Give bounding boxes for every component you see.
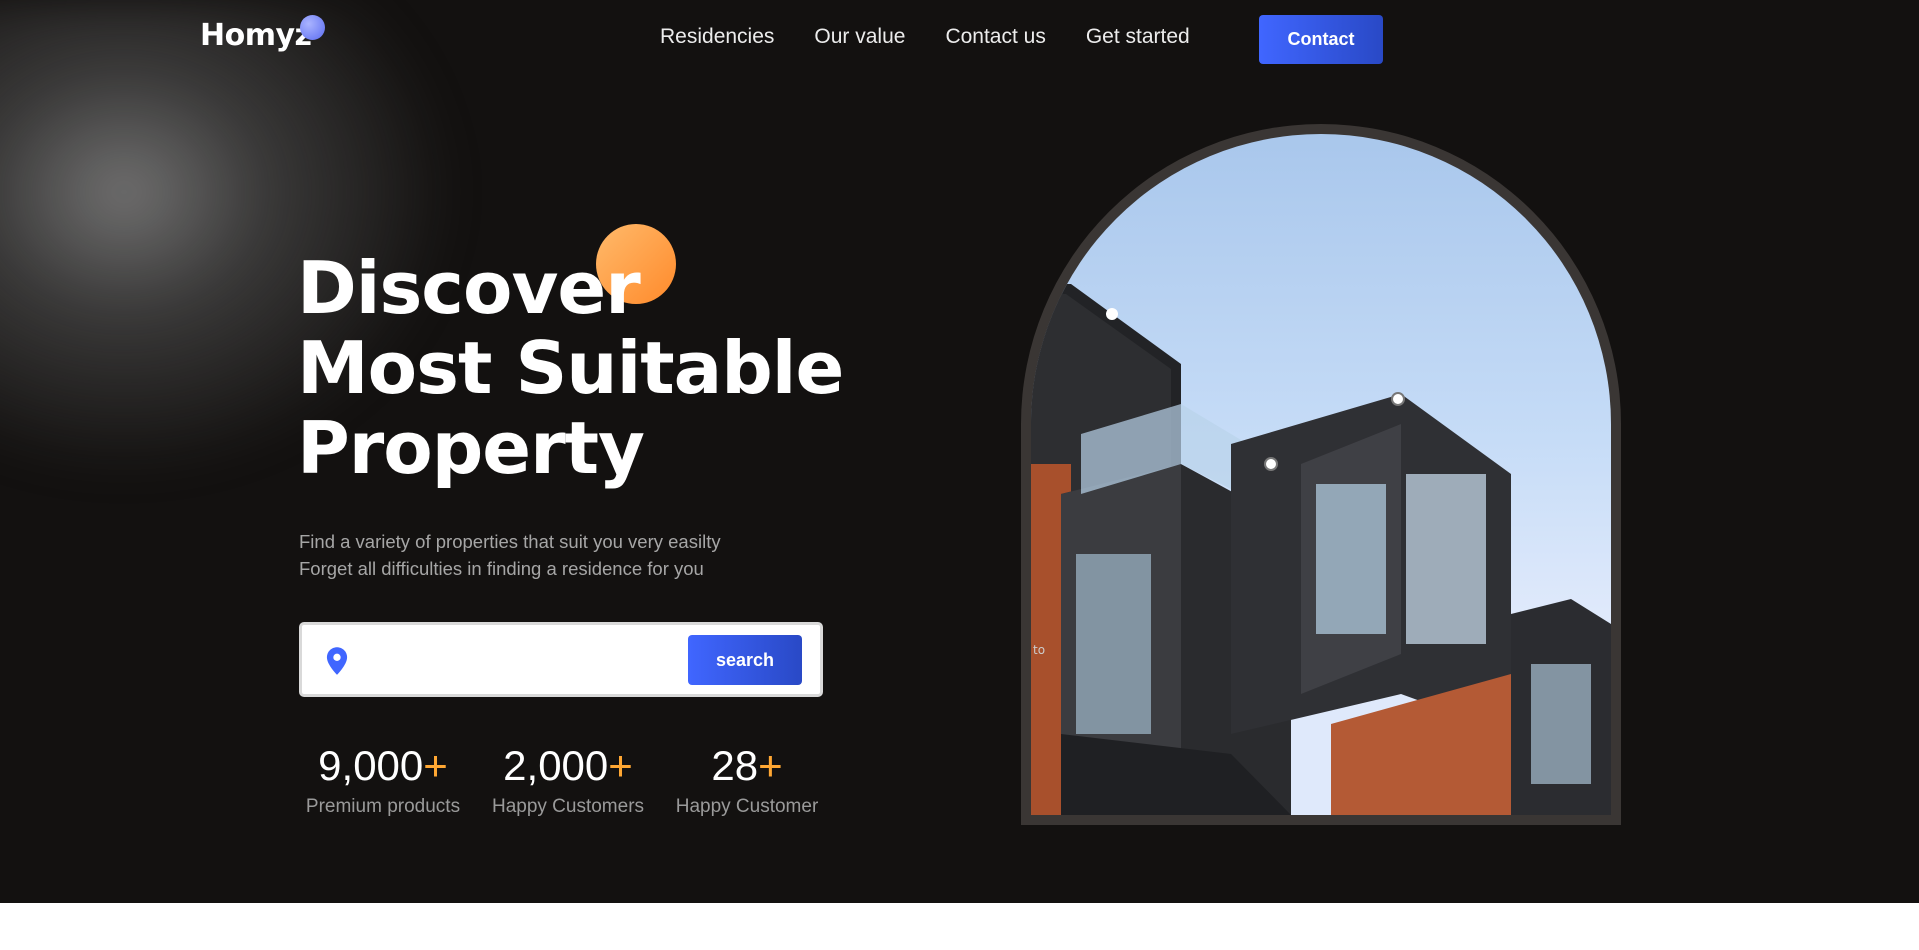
- hero-title-line-1: Discover: [297, 246, 641, 330]
- hero-title-line-3: Property: [297, 406, 645, 490]
- stat-label: Happy Customer: [675, 796, 819, 817]
- hero-section: Homyz Residencies Our value Contact us G…: [0, 0, 1919, 903]
- hero-description-line-2: Forget all difficulties in finding a res…: [299, 558, 704, 579]
- hero-image-frame: [1021, 124, 1621, 825]
- stat-value: 2,000+: [486, 740, 650, 792]
- search-bar: search: [299, 622, 823, 697]
- contact-button[interactable]: Contact: [1259, 15, 1383, 64]
- building-illustration: [1031, 284, 1611, 815]
- stat-value: 9,000+: [299, 740, 467, 792]
- stat-label: Happy Customers: [491, 796, 645, 817]
- location-pin-icon: [326, 647, 348, 675]
- stat-plus: +: [758, 742, 783, 789]
- hero-image: [1031, 134, 1611, 815]
- stat-happy-customer: 28+ Happy Customer: [670, 740, 824, 818]
- stat-number: 28: [711, 742, 759, 789]
- search-button[interactable]: search: [688, 635, 802, 685]
- hero-title: Discover Most Suitable Property: [297, 246, 844, 490]
- nav-link-residencies[interactable]: Residencies: [660, 25, 774, 49]
- hero-description: Find a variety of properties that suit y…: [299, 528, 721, 582]
- stat-plus: +: [608, 742, 633, 789]
- search-input[interactable]: [362, 639, 662, 681]
- stat-happy-customers: 2,000+ Happy Customers: [486, 740, 650, 818]
- main-nav: Residencies Our value Contact us Get sta…: [660, 25, 1230, 49]
- nav-link-our-value[interactable]: Our value: [814, 25, 905, 49]
- hero-title-line-2: Most Suitable: [297, 326, 844, 410]
- image-alt-text: to: [1033, 643, 1046, 657]
- nav-link-contact-us[interactable]: Contact us: [945, 25, 1045, 49]
- stat-label: Premium products: [305, 796, 461, 817]
- nav-link-get-started[interactable]: Get started: [1086, 25, 1190, 49]
- logo[interactable]: Homyz: [200, 18, 312, 53]
- stat-plus: +: [423, 742, 448, 789]
- stat-value: 28+: [670, 740, 824, 792]
- hero-description-line-1: Find a variety of properties that suit y…: [299, 531, 721, 552]
- logo-dot: [300, 15, 325, 40]
- stat-number: 9,000: [318, 742, 424, 789]
- stat-premium-products: 9,000+ Premium products: [299, 740, 467, 818]
- stat-number: 2,000: [503, 742, 609, 789]
